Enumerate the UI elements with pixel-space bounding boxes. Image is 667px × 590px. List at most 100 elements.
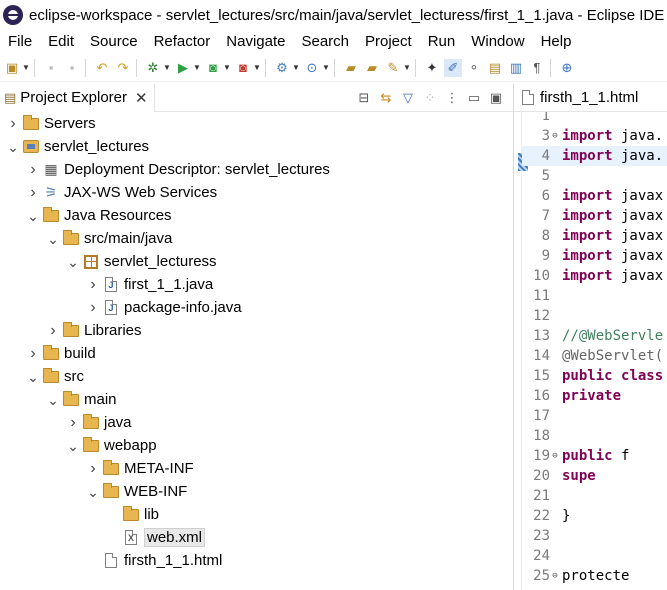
chevron-down-icon[interactable]: ⌄ xyxy=(26,370,40,384)
code-line[interactable]: 10 import javax xyxy=(522,266,667,286)
chevron-right-icon[interactable]: › xyxy=(86,276,100,294)
maximize-icon[interactable]: ▣ xyxy=(485,90,507,106)
chevron-right-icon[interactable]: › xyxy=(6,115,20,133)
code-line[interactable]: 19 ⊖ public f xyxy=(522,446,667,466)
menu-help[interactable]: Help xyxy=(533,30,580,54)
tree-item[interactable]: › Jpackage-info.java xyxy=(86,296,241,319)
open-type-icon[interactable]: ⊙ xyxy=(303,59,321,77)
tree-item[interactable]: › java xyxy=(66,411,132,434)
code-editor[interactable]: 1 3 ⊖ import java. 4 import java. 5 6 import jav… xyxy=(514,112,667,590)
save-all-icon[interactable]: ▪ xyxy=(63,59,81,77)
filter-icon[interactable]: ▽ xyxy=(397,90,419,106)
code-line[interactable]: 4 import java. xyxy=(522,146,667,166)
pen-dropdown-icon[interactable]: ▼ xyxy=(403,63,411,72)
code-line[interactable]: 9 import javax xyxy=(522,246,667,266)
chevron-right-icon[interactable]: › xyxy=(86,460,100,478)
code-line[interactable]: 1 xyxy=(522,112,667,126)
code-line[interactable]: 13 //@WebServle xyxy=(522,326,667,346)
tree-item[interactable]: › Servers xyxy=(6,112,96,135)
run-dropdown-icon[interactable]: ▼ xyxy=(193,63,201,72)
code-line[interactable]: 17 xyxy=(522,406,667,426)
tree-item[interactable]: ⌄ src xyxy=(26,365,84,388)
chevron-right-icon[interactable]: › xyxy=(86,299,100,317)
globe-icon[interactable]: ⊕ xyxy=(558,59,576,77)
code-line[interactable]: 5 xyxy=(522,166,667,186)
link-with-editor-icon[interactable]: ⇆ xyxy=(375,90,397,106)
collapse-all-icon[interactable]: ⊟ xyxy=(353,90,375,106)
search-icon[interactable]: ▰ xyxy=(363,59,381,77)
menu-navigate[interactable]: Navigate xyxy=(218,30,293,54)
code-line[interactable]: 24 xyxy=(522,546,667,566)
toggle-icon[interactable]: ⚬ xyxy=(465,59,483,77)
menu-project[interactable]: Project xyxy=(357,30,420,54)
coverage-icon[interactable]: ◙ xyxy=(234,59,252,77)
tree-item[interactable]: › ⚞ JAX-WS Web Services xyxy=(26,181,217,204)
menu-run[interactable]: Run xyxy=(420,30,464,54)
coverage-dropdown-icon[interactable]: ▼ xyxy=(253,63,261,72)
chevron-right-icon[interactable]: › xyxy=(26,161,40,179)
debug-icon[interactable]: ✲ xyxy=(144,59,162,77)
code-line[interactable]: 18 xyxy=(522,426,667,446)
open-type-dropdown-icon[interactable]: ▼ xyxy=(322,63,330,72)
code-line[interactable]: 8 import javax xyxy=(522,226,667,246)
tree-item[interactable]: ⌄ Java Resources xyxy=(26,204,172,227)
tree-item[interactable]: › Jfirst_1_1.java xyxy=(86,273,213,296)
chevron-right-icon[interactable]: › xyxy=(66,414,80,432)
run-config-icon[interactable]: ◙ xyxy=(204,59,222,77)
open-task-icon[interactable]: ▰ xyxy=(342,59,360,77)
code-line[interactable]: 21 xyxy=(522,486,667,506)
code-line[interactable]: 23 xyxy=(522,526,667,546)
fold-toggle-icon[interactable]: ⊖ xyxy=(550,451,560,461)
menu-source[interactable]: Source xyxy=(82,30,146,54)
chevron-down-icon[interactable]: ⌄ xyxy=(46,393,60,407)
code-line[interactable]: 7 import javax xyxy=(522,206,667,226)
tree-item[interactable]: ⌄ webapp xyxy=(66,434,157,457)
chevron-down-icon[interactable]: ⌄ xyxy=(86,485,100,499)
chevron-down-icon[interactable]: ⌄ xyxy=(46,232,60,246)
focus-icon[interactable]: ⁘ xyxy=(419,90,441,106)
code-line[interactable]: 20 supe xyxy=(522,466,667,486)
save-icon[interactable]: ▪ xyxy=(42,59,60,77)
menu-window[interactable]: Window xyxy=(463,30,532,54)
minimize-icon[interactable]: ▭ xyxy=(463,90,485,106)
tree-item[interactable]: ⌄ src/main/java xyxy=(46,227,172,250)
menu-file[interactable]: File xyxy=(0,30,40,54)
code-line[interactable]: 15 public class xyxy=(522,366,667,386)
menu-refactor[interactable]: Refactor xyxy=(146,30,219,54)
tree-item[interactable]: › ▦ Deployment Descriptor: servlet_lecture… xyxy=(26,158,330,181)
new-icon[interactable]: ▣ xyxy=(3,59,21,77)
code-line[interactable]: 3 ⊖ import java. xyxy=(522,126,667,146)
chevron-right-icon[interactable]: › xyxy=(26,345,40,363)
annotation-icon[interactable]: ▤ xyxy=(486,59,504,77)
menu-search[interactable]: Search xyxy=(293,30,357,54)
tree-item[interactable]: ⌄ main xyxy=(46,388,117,411)
chevron-right-icon[interactable]: › xyxy=(46,322,60,340)
debug-dropdown-icon[interactable]: ▼ xyxy=(163,63,171,72)
tree-item[interactable]: ⌄ servlet_lectures xyxy=(6,135,149,158)
fold-toggle-icon[interactable]: ⊖ xyxy=(550,571,560,581)
view-menu-icon[interactable]: ⋮ xyxy=(441,90,463,106)
tab-project-explorer[interactable]: ▤ Project Explorer ✕ xyxy=(0,83,155,112)
tree-item[interactable]: ⌄ WEB-INF xyxy=(86,480,187,503)
tree-item[interactable]: firsth_1_1.html xyxy=(86,549,222,572)
code-line[interactable]: 16 private xyxy=(522,386,667,406)
code-line[interactable]: 11 xyxy=(522,286,667,306)
code-line[interactable]: 12 xyxy=(522,306,667,326)
redo-icon[interactable]: ↷ xyxy=(114,59,132,77)
close-icon[interactable]: ✕ xyxy=(135,89,148,107)
chevron-down-icon[interactable]: ⌄ xyxy=(26,209,40,223)
code-line[interactable]: 6 import javax xyxy=(522,186,667,206)
code-line[interactable]: 14 @WebServlet( xyxy=(522,346,667,366)
code-line[interactable]: 25 ⊖ protecte xyxy=(522,566,667,586)
fold-toggle-icon[interactable]: ⊖ xyxy=(550,131,560,141)
markers-icon[interactable]: ✦ xyxy=(423,59,441,77)
tab-firsth-html[interactable]: firsth_1_1.html xyxy=(514,84,667,112)
new-server-icon[interactable]: ⚙ xyxy=(273,59,291,77)
chevron-down-icon[interactable]: ⌄ xyxy=(6,140,20,154)
block-icon[interactable]: ▥ xyxy=(507,59,525,77)
chevron-down-icon[interactable]: ⌄ xyxy=(66,255,80,269)
highlight-icon[interactable]: ✐ xyxy=(444,58,462,77)
run-config-dropdown-icon[interactable]: ▼ xyxy=(223,63,231,72)
paragraph-icon[interactable]: ¶ xyxy=(528,59,546,77)
tree-item[interactable]: › build xyxy=(26,342,96,365)
